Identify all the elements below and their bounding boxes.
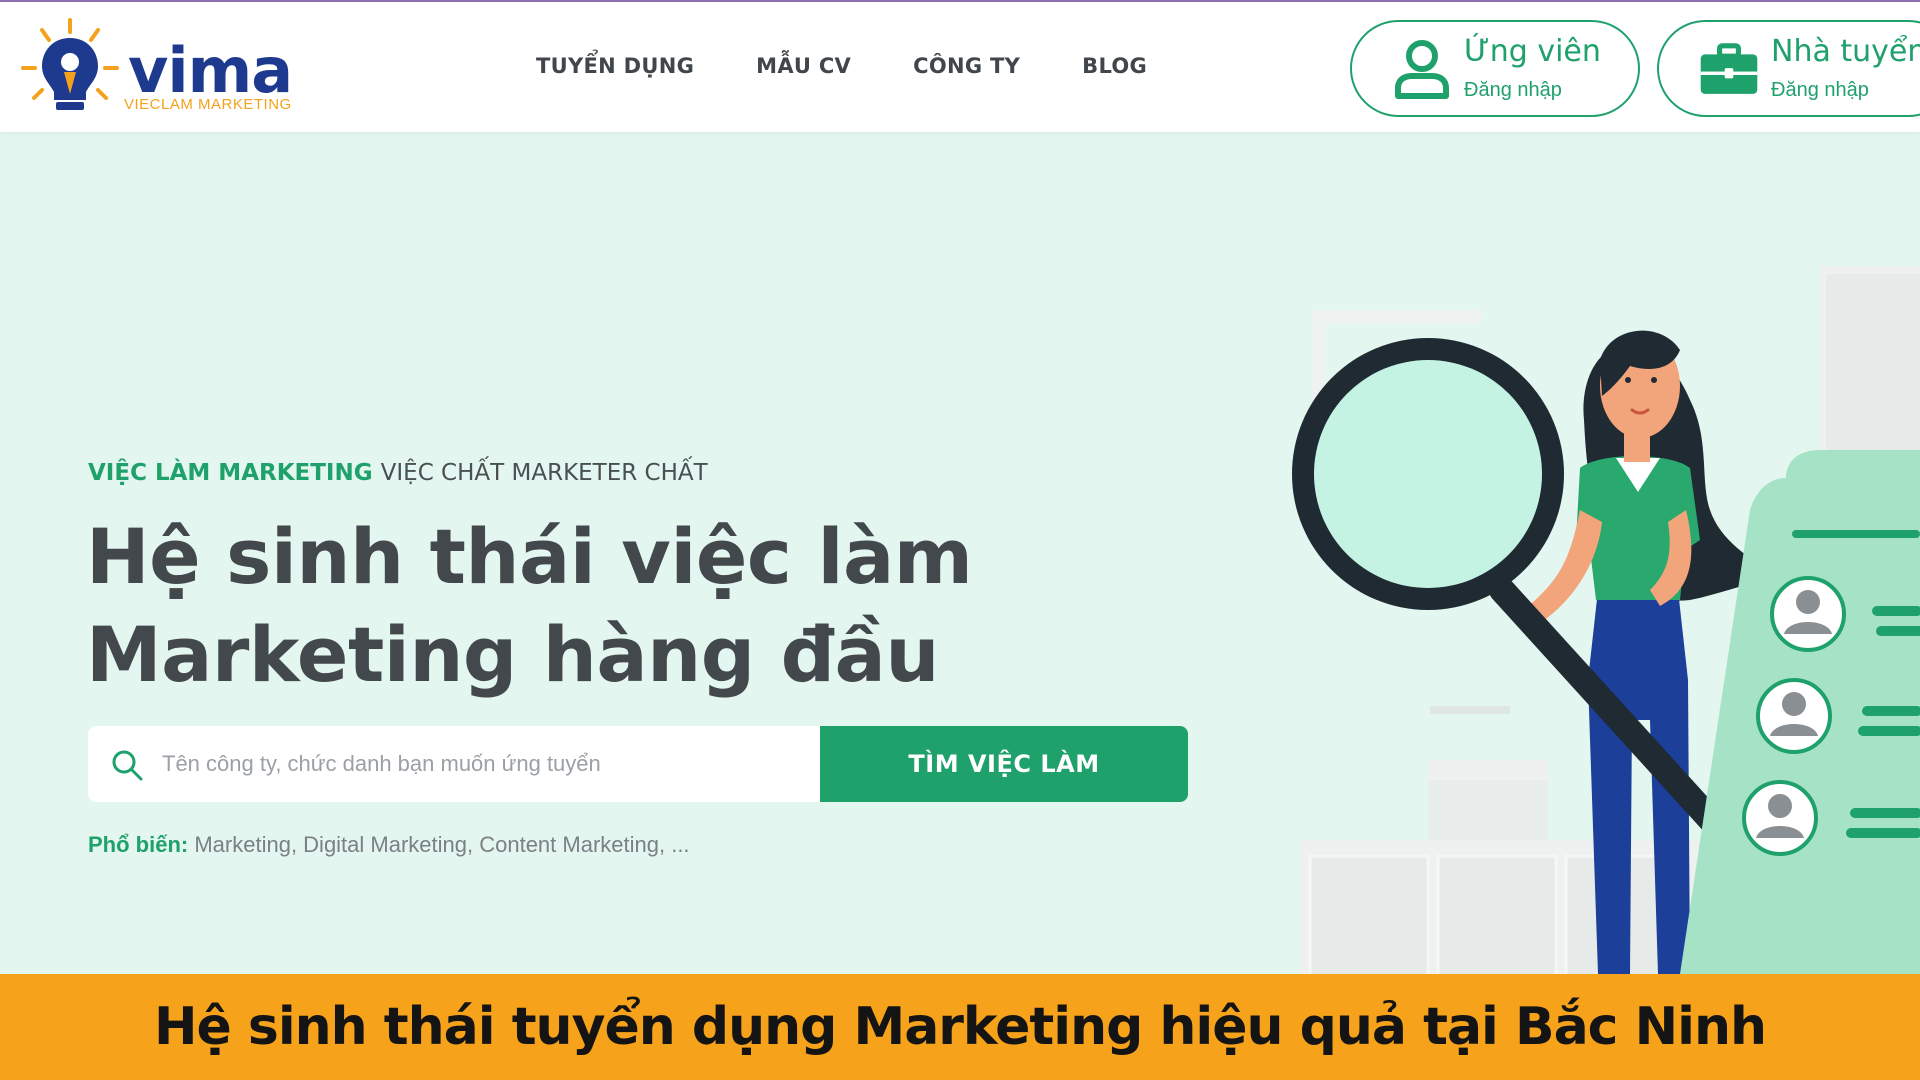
popular-label: Phổ biến: xyxy=(88,832,189,857)
candidate-login-button[interactable]: Ứng viên Đăng nhập xyxy=(1350,20,1640,117)
job-search-illustration xyxy=(1292,266,1920,974)
employer-login-button[interactable]: Nhà tuyển dụng Đăng nhập xyxy=(1657,20,1920,117)
hero-headline: Hệ sinh thái việc làm Marketing hàng đầu xyxy=(86,508,986,704)
vima-logo[interactable]: vima VIECLAM MARKETING xyxy=(20,18,320,118)
main-nav: TUYỂN DỤNG MẪU CV CÔNG TY BLOG xyxy=(536,54,1147,78)
nav-cv-templates[interactable]: MẪU CV xyxy=(756,54,851,78)
banner-caption: Hệ sinh thái tuyển dụng Marketing hiệu q… xyxy=(154,997,1767,1057)
tagline-highlight: VIỆC LÀM MARKETING xyxy=(88,460,373,486)
candidate-title: Ứng viên xyxy=(1464,34,1601,69)
briefcase-icon xyxy=(1700,43,1758,94)
nav-recruitment[interactable]: TUYỂN DỤNG xyxy=(536,54,694,78)
employer-login-label: Đăng nhập xyxy=(1771,79,1869,101)
user-icon xyxy=(1395,40,1449,99)
employer-title: Nhà tuyển dụng xyxy=(1771,34,1920,69)
search-icon xyxy=(112,750,143,781)
search-box xyxy=(88,726,822,802)
nav-blog[interactable]: BLOG xyxy=(1082,54,1147,78)
tagline-rest: VIỆC CHẤT MARKETER CHẤT xyxy=(380,460,708,486)
popular-keywords[interactable]: Marketing, Digital Marketing, Content Ma… xyxy=(194,832,689,857)
logo-subtitle: VIECLAM MARKETING xyxy=(124,96,292,113)
search-input[interactable] xyxy=(162,726,802,802)
hero-tagline: VIỆC LÀM MARKETING VIỆC CHẤT MARKETER CH… xyxy=(88,460,708,486)
candidate-login-label: Đăng nhập xyxy=(1464,79,1562,101)
search-jobs-button[interactable]: TÌM VIỆC LÀM xyxy=(820,726,1188,802)
nav-companies[interactable]: CÔNG TY xyxy=(913,54,1020,78)
lightbulb-icon xyxy=(21,18,119,110)
headline-line-2: Marketing hàng đầu xyxy=(86,610,939,699)
site-header: vima VIECLAM MARKETING TUYỂN DỤNG MẪU CV… xyxy=(0,2,1920,132)
bottom-banner: Hệ sinh thái tuyển dụng Marketing hiệu q… xyxy=(0,974,1920,1080)
headline-line-1: Hệ sinh thái việc làm xyxy=(86,512,973,601)
popular-searches: Phổ biến: Marketing, Digital Marketing, … xyxy=(88,832,690,858)
